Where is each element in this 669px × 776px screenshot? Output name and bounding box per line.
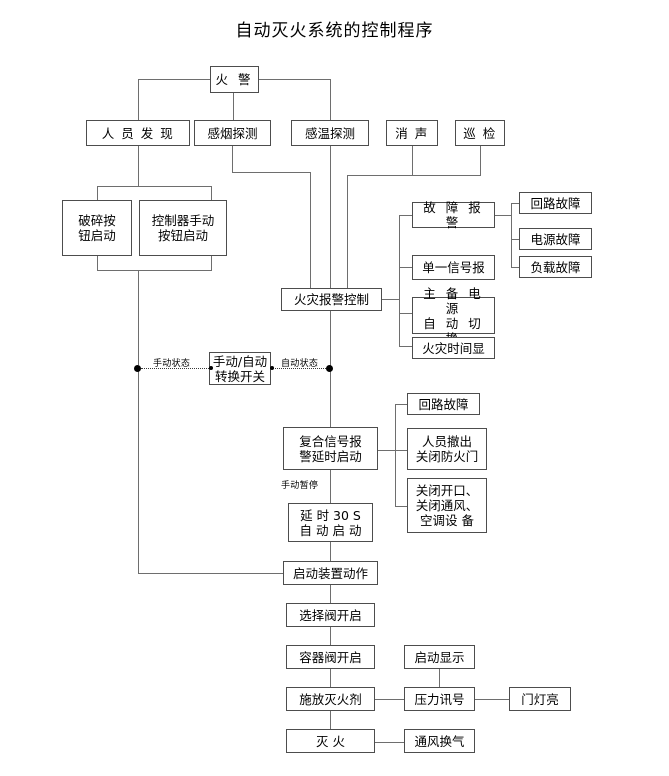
edge-patrol-down	[480, 145, 481, 175]
node-person-detect[interactable]: 人 员 发 现	[86, 120, 190, 146]
edge-manualdot-to-start	[138, 573, 283, 574]
edge-to-single-signal	[399, 267, 413, 268]
edge-smoke-down	[232, 145, 233, 172]
edge-firealarm-right	[258, 79, 331, 80]
edge-start-to-select	[330, 585, 331, 603]
node-dot-manual	[134, 365, 141, 372]
edge-fault-right	[494, 215, 512, 216]
edge-controller-down	[211, 186, 212, 200]
node-power-switch[interactable]: 主 备 电 源 自 动 切 换	[412, 286, 495, 346]
edge-pressure-to-door	[475, 699, 509, 700]
edge-delay-to-start	[330, 542, 331, 561]
page-title: 自动灭火系统的控制程序	[235, 21, 434, 41]
edge-silence-patrol-merge	[347, 175, 481, 176]
node-single-signal[interactable]: 单一信号报	[412, 255, 495, 280]
node-load-fault[interactable]: 负载故障	[519, 256, 592, 278]
edge-heat-to-control	[330, 145, 331, 288]
edge-extinguish-to-vent	[373, 742, 404, 743]
node-controller-button[interactable]: 控制器手动 按钮启动	[139, 200, 227, 256]
edge-manual-to-dot	[138, 270, 139, 365]
node-extinguish[interactable]: 灭 火	[286, 729, 375, 753]
node-patrol[interactable]: 巡 检	[455, 120, 505, 146]
switch-terminal-right	[270, 366, 274, 370]
node-heat-detect[interactable]: 感温探测	[291, 120, 369, 146]
node-start-device[interactable]: 启动装置动作	[283, 561, 378, 585]
node-dot-auto	[326, 365, 333, 372]
node-composite-signal[interactable]: 复合信号报 警延时启动	[283, 427, 378, 470]
edge-composite-right	[378, 450, 396, 451]
node-select-valve[interactable]: 选择阀开启	[286, 603, 375, 627]
edge-smoke-to-control	[310, 172, 311, 288]
edge-heat-down	[330, 79, 331, 120]
edge-person-split-h	[97, 186, 212, 187]
edge-control-right	[382, 299, 400, 300]
diagram-canvas: 自动灭火系统的控制程序 手动状态 自动状态 手动暂停 火 警 人 员 发 现 感…	[0, 0, 669, 776]
edge-release-to-pressure	[373, 699, 404, 700]
edge-autodot-to-composite	[330, 368, 331, 427]
node-delay-30s[interactable]: 延 时 30 S 自 动 启 动	[288, 503, 373, 542]
edge-display-to-pressure	[439, 669, 440, 687]
label-manual-state: 手动状态	[153, 359, 191, 369]
node-evacuate[interactable]: 人员撤出 关闭防火门	[407, 428, 487, 470]
node-ventilation[interactable]: 通风换气	[404, 729, 475, 753]
node-break-button[interactable]: 破碎按 钮启动	[62, 200, 132, 256]
node-fire-time-display[interactable]: 火灾时间显	[412, 337, 495, 359]
edge-manualdot-down	[138, 368, 139, 573]
edge-silence-down	[412, 145, 413, 175]
label-manual-pause: 手动暂停	[281, 481, 319, 491]
edge-firealarm-left	[138, 79, 210, 80]
edge-person-split-down	[138, 145, 139, 186]
node-fault-alarm[interactable]: 故 障 报 警	[412, 200, 495, 230]
edge-select-to-container	[330, 627, 331, 645]
edge-to-fire-time	[399, 346, 413, 347]
edge-container-to-release	[330, 669, 331, 687]
node-manual-auto-switch[interactable]: 手动/自动 转换开关	[209, 352, 271, 385]
edge-to-power-switch	[399, 313, 413, 314]
edge-merge-to-control	[347, 175, 348, 288]
node-power-fault[interactable]: 电源故障	[519, 228, 592, 250]
node-door-light[interactable]: 门灯亮	[509, 687, 571, 711]
node-silence[interactable]: 消 声	[386, 120, 438, 146]
edge-composite-to-delay	[330, 470, 331, 503]
edge-break-down	[97, 186, 98, 200]
edge-fault-trunk	[511, 203, 512, 267]
edge-smoke-right	[232, 172, 311, 173]
label-auto-state: 自动状态	[281, 359, 319, 369]
edge-release-to-extinguish	[330, 711, 331, 729]
edge-person-down	[138, 79, 139, 120]
node-loop-fault-1[interactable]: 回路故障	[519, 192, 592, 214]
edge-break-down2	[97, 256, 98, 270]
edge-composite-trunk	[395, 404, 396, 506]
node-close-openings[interactable]: 关闭开口、 关闭通风、 空调设 备	[407, 478, 487, 533]
node-fire-alarm[interactable]: 火 警	[210, 66, 259, 93]
edge-controller-down2	[211, 256, 212, 270]
node-pressure-signal[interactable]: 压力讯号	[404, 687, 475, 711]
node-smoke-detect[interactable]: 感烟探测	[194, 120, 271, 146]
edge-firealarm-down	[233, 92, 234, 120]
node-loop-fault-2[interactable]: 回路故障	[407, 393, 480, 415]
node-release-agent[interactable]: 施放灭火剂	[286, 687, 375, 711]
edge-control-trunk	[399, 215, 400, 346]
edge-to-fault-alarm	[399, 215, 413, 216]
node-container-valve[interactable]: 容器阀开启	[286, 645, 375, 669]
edge-control-to-autodot	[330, 311, 331, 368]
switch-terminal-left	[209, 366, 213, 370]
node-start-display[interactable]: 启动显示	[404, 645, 475, 669]
edge-manual-merge	[97, 270, 212, 271]
node-fire-alarm-control[interactable]: 火灾报警控制	[281, 288, 382, 311]
